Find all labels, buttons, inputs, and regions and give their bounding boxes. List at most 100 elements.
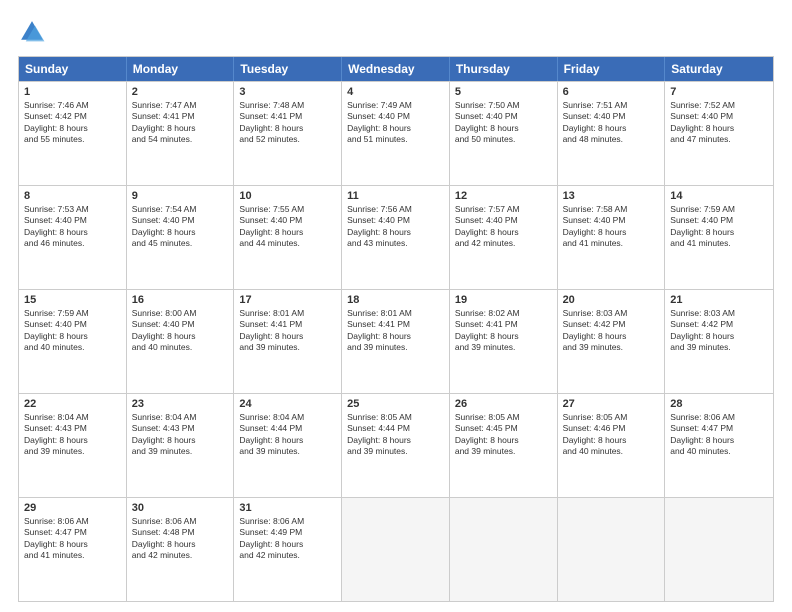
day-number: 8 bbox=[24, 190, 121, 202]
day-number: 18 bbox=[347, 294, 444, 306]
day-number: 4 bbox=[347, 86, 444, 98]
day-number: 21 bbox=[670, 294, 768, 306]
logo bbox=[18, 18, 50, 46]
day-info: Sunrise: 8:06 AM Sunset: 4:47 PM Dayligh… bbox=[24, 516, 121, 562]
day-info: Sunrise: 8:06 AM Sunset: 4:48 PM Dayligh… bbox=[132, 516, 229, 562]
calendar-day-7: 7Sunrise: 7:52 AM Sunset: 4:40 PM Daylig… bbox=[665, 82, 773, 185]
calendar-day-13: 13 Sunrise: 7:58 AM Sunset: 4:40 PM Dayli… bbox=[558, 186, 666, 289]
calendar-day-22: 22 Sunrise: 8:04 AM Sunset: 4:43 PM Dayli… bbox=[19, 394, 127, 497]
day-number: 20 bbox=[563, 294, 660, 306]
day-info: Sunrise: 7:56 AM Sunset: 4:40 PM Dayligh… bbox=[347, 204, 444, 250]
day-number: 5 bbox=[455, 86, 552, 98]
day-number: 25 bbox=[347, 398, 444, 410]
day-number: 1 bbox=[24, 86, 121, 98]
day-info: Sunrise: 7:52 AM Sunset: 4:40 PM Dayligh… bbox=[670, 100, 768, 146]
day-number: 6 bbox=[563, 86, 660, 98]
day-info: Sunrise: 7:48 AM Sunset: 4:41 PM Dayligh… bbox=[239, 100, 336, 146]
day-info: Sunrise: 7:54 AM Sunset: 4:40 PM Dayligh… bbox=[132, 204, 229, 250]
calendar-day-21: 21 Sunrise: 8:03 AM Sunset: 4:42 PM Dayli… bbox=[665, 290, 773, 393]
day-info: Sunrise: 8:02 AM Sunset: 4:41 PM Dayligh… bbox=[455, 308, 552, 354]
day-header-saturday: Saturday bbox=[665, 57, 773, 81]
calendar-day-2: 2 Sunrise: 7:47 AM Sunset: 4:41 PM Daylig… bbox=[127, 82, 235, 185]
calendar-day-5: 5 Sunrise: 7:50 AM Sunset: 4:40 PM Daylig… bbox=[450, 82, 558, 185]
day-number: 11 bbox=[347, 190, 444, 202]
day-info: Sunrise: 7:58 AM Sunset: 4:40 PM Dayligh… bbox=[563, 204, 660, 250]
calendar: SundayMondayTuesdayWednesdayThursdayFrid… bbox=[18, 56, 774, 602]
day-number: 28 bbox=[670, 398, 768, 410]
calendar-week-3: 15 Sunrise: 7:59 AM Sunset: 4:40 PM Dayli… bbox=[19, 289, 773, 393]
calendar-day-24: 24 Sunrise: 8:04 AM Sunset: 4:44 PM Dayli… bbox=[234, 394, 342, 497]
calendar-day-19: 19Sunrise: 8:02 AM Sunset: 4:41 PM Dayli… bbox=[450, 290, 558, 393]
calendar-day-15: 15 Sunrise: 7:59 AM Sunset: 4:40 PM Dayli… bbox=[19, 290, 127, 393]
calendar-week-4: 22 Sunrise: 8:04 AM Sunset: 4:43 PM Dayli… bbox=[19, 393, 773, 497]
calendar-day-20: 20 Sunrise: 8:03 AM Sunset: 4:42 PM Dayli… bbox=[558, 290, 666, 393]
day-number: 12 bbox=[455, 190, 552, 202]
day-info: Sunrise: 8:06 AM Sunset: 4:47 PM Dayligh… bbox=[670, 412, 768, 458]
page: SundayMondayTuesdayWednesdayThursdayFrid… bbox=[0, 0, 792, 612]
calendar-empty-cell bbox=[558, 498, 666, 601]
calendar-day-6: 6 Sunrise: 7:51 AM Sunset: 4:40 PM Daylig… bbox=[558, 82, 666, 185]
calendar-day-29: 29 Sunrise: 8:06 AM Sunset: 4:47 PM Dayli… bbox=[19, 498, 127, 601]
calendar-day-17: 17Sunrise: 8:01 AM Sunset: 4:41 PM Dayli… bbox=[234, 290, 342, 393]
day-number: 30 bbox=[132, 502, 229, 514]
calendar-day-8: 8 Sunrise: 7:53 AM Sunset: 4:40 PM Daylig… bbox=[19, 186, 127, 289]
day-info: Sunrise: 8:03 AM Sunset: 4:42 PM Dayligh… bbox=[670, 308, 768, 354]
day-number: 10 bbox=[239, 190, 336, 202]
day-number: 16 bbox=[132, 294, 229, 306]
calendar-day-9: 9 Sunrise: 7:54 AM Sunset: 4:40 PM Daylig… bbox=[127, 186, 235, 289]
calendar-day-16: 16 Sunrise: 8:00 AM Sunset: 4:40 PM Dayli… bbox=[127, 290, 235, 393]
calendar-day-3: 3 Sunrise: 7:48 AM Sunset: 4:41 PM Daylig… bbox=[234, 82, 342, 185]
calendar-week-5: 29 Sunrise: 8:06 AM Sunset: 4:47 PM Dayli… bbox=[19, 497, 773, 601]
calendar-day-30: 30 Sunrise: 8:06 AM Sunset: 4:48 PM Dayli… bbox=[127, 498, 235, 601]
day-number: 29 bbox=[24, 502, 121, 514]
day-number: 13 bbox=[563, 190, 660, 202]
day-info: Sunrise: 7:59 AM Sunset: 4:40 PM Dayligh… bbox=[670, 204, 768, 250]
day-number: 24 bbox=[239, 398, 336, 410]
calendar-empty-cell bbox=[342, 498, 450, 601]
calendar-day-10: 10 Sunrise: 7:55 AM Sunset: 4:40 PM Dayli… bbox=[234, 186, 342, 289]
day-header-sunday: Sunday bbox=[19, 57, 127, 81]
day-info: Sunrise: 7:51 AM Sunset: 4:40 PM Dayligh… bbox=[563, 100, 660, 146]
calendar-day-4: 4 Sunrise: 7:49 AM Sunset: 4:40 PM Daylig… bbox=[342, 82, 450, 185]
calendar-day-31: 31Sunrise: 8:06 AM Sunset: 4:49 PM Dayli… bbox=[234, 498, 342, 601]
day-info: Sunrise: 7:50 AM Sunset: 4:40 PM Dayligh… bbox=[455, 100, 552, 146]
day-info: Sunrise: 7:55 AM Sunset: 4:40 PM Dayligh… bbox=[239, 204, 336, 250]
day-info: Sunrise: 7:49 AM Sunset: 4:40 PM Dayligh… bbox=[347, 100, 444, 146]
day-info: Sunrise: 7:53 AM Sunset: 4:40 PM Dayligh… bbox=[24, 204, 121, 250]
day-number: 22 bbox=[24, 398, 121, 410]
calendar-day-14: 14Sunrise: 7:59 AM Sunset: 4:40 PM Dayli… bbox=[665, 186, 773, 289]
calendar-empty-cell bbox=[665, 498, 773, 601]
day-number: 15 bbox=[24, 294, 121, 306]
calendar-day-1: 1 Sunrise: 7:46 AM Sunset: 4:42 PM Daylig… bbox=[19, 82, 127, 185]
day-info: Sunrise: 8:04 AM Sunset: 4:44 PM Dayligh… bbox=[239, 412, 336, 458]
day-info: Sunrise: 8:03 AM Sunset: 4:42 PM Dayligh… bbox=[563, 308, 660, 354]
day-number: 9 bbox=[132, 190, 229, 202]
calendar-week-2: 8 Sunrise: 7:53 AM Sunset: 4:40 PM Daylig… bbox=[19, 185, 773, 289]
day-info: Sunrise: 8:05 AM Sunset: 4:45 PM Dayligh… bbox=[455, 412, 552, 458]
day-info: Sunrise: 8:05 AM Sunset: 4:46 PM Dayligh… bbox=[563, 412, 660, 458]
calendar-day-25: 25Sunrise: 8:05 AM Sunset: 4:44 PM Dayli… bbox=[342, 394, 450, 497]
calendar-day-18: 18Sunrise: 8:01 AM Sunset: 4:41 PM Dayli… bbox=[342, 290, 450, 393]
day-info: Sunrise: 7:47 AM Sunset: 4:41 PM Dayligh… bbox=[132, 100, 229, 146]
day-info: Sunrise: 7:57 AM Sunset: 4:40 PM Dayligh… bbox=[455, 204, 552, 250]
calendar-week-1: 1 Sunrise: 7:46 AM Sunset: 4:42 PM Daylig… bbox=[19, 81, 773, 185]
day-header-friday: Friday bbox=[558, 57, 666, 81]
calendar-day-27: 27 Sunrise: 8:05 AM Sunset: 4:46 PM Dayli… bbox=[558, 394, 666, 497]
day-number: 23 bbox=[132, 398, 229, 410]
day-info: Sunrise: 7:46 AM Sunset: 4:42 PM Dayligh… bbox=[24, 100, 121, 146]
day-number: 3 bbox=[239, 86, 336, 98]
day-header-thursday: Thursday bbox=[450, 57, 558, 81]
day-number: 27 bbox=[563, 398, 660, 410]
day-info: Sunrise: 8:06 AM Sunset: 4:49 PM Dayligh… bbox=[239, 516, 336, 562]
day-number: 2 bbox=[132, 86, 229, 98]
calendar-day-23: 23 Sunrise: 8:04 AM Sunset: 4:43 PM Dayli… bbox=[127, 394, 235, 497]
day-info: Sunrise: 7:59 AM Sunset: 4:40 PM Dayligh… bbox=[24, 308, 121, 354]
calendar-day-28: 28 Sunrise: 8:06 AM Sunset: 4:47 PM Dayli… bbox=[665, 394, 773, 497]
day-info: Sunrise: 8:04 AM Sunset: 4:43 PM Dayligh… bbox=[132, 412, 229, 458]
day-info: Sunrise: 8:00 AM Sunset: 4:40 PM Dayligh… bbox=[132, 308, 229, 354]
day-info: Sunrise: 8:04 AM Sunset: 4:43 PM Dayligh… bbox=[24, 412, 121, 458]
calendar-empty-cell bbox=[450, 498, 558, 601]
calendar-body: 1 Sunrise: 7:46 AM Sunset: 4:42 PM Daylig… bbox=[19, 81, 773, 601]
header bbox=[18, 18, 774, 46]
day-header-tuesday: Tuesday bbox=[234, 57, 342, 81]
